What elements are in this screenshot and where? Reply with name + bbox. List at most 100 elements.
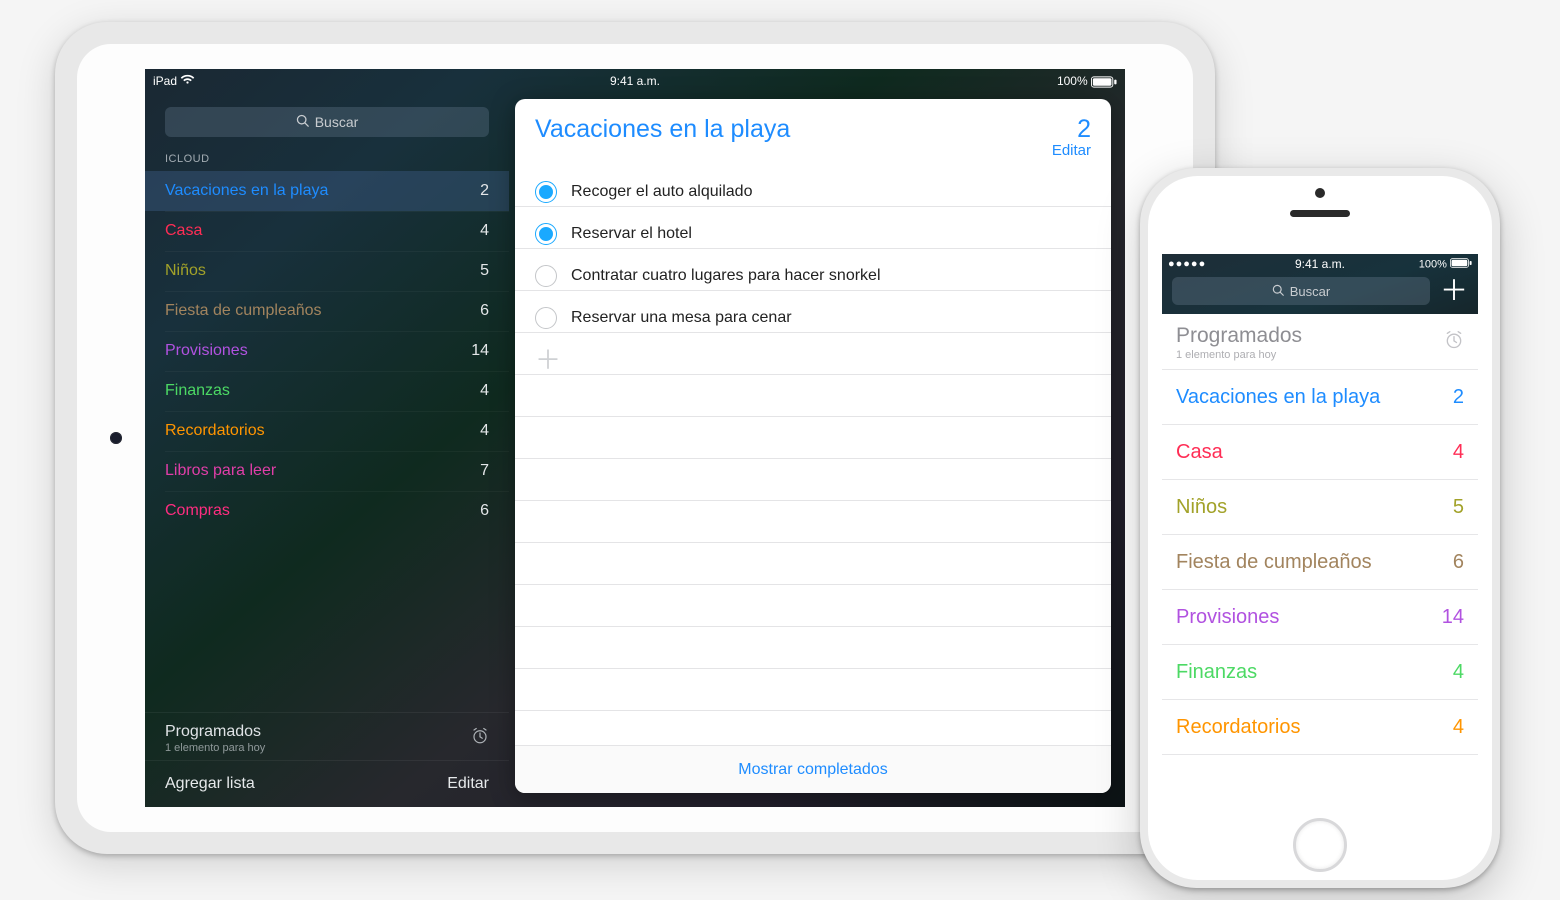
sidebar: Buscar ICLOUD Vacaciones en la playa2Cas… — [145, 93, 509, 807]
list-label: Recordatorios — [1176, 716, 1453, 739]
sidebar-item[interactable]: Fiesta de cumpleaños6 — [145, 291, 509, 331]
list-count: 4 — [480, 422, 489, 440]
sidebar-item[interactable]: Vacaciones en la playa2 — [145, 171, 509, 211]
reminder-text: Recoger el auto alquilado — [571, 183, 752, 201]
list-label: Finanzas — [1176, 661, 1453, 684]
list-label: Casa — [165, 222, 480, 240]
plus-icon: ＋ — [535, 347, 557, 373]
list-count: 2 — [1453, 386, 1464, 409]
list-item[interactable]: Recordatorios4 — [1162, 700, 1478, 755]
status-right: 100% — [1419, 258, 1472, 271]
alarm-icon — [471, 727, 489, 750]
add-list-button[interactable]: Agregar lista — [165, 775, 255, 793]
battery-percent: 100% — [1057, 74, 1088, 88]
detail-card: Vacaciones en la playa 2 Editar Recoger … — [515, 99, 1111, 793]
reminder-text: Reservar una mesa para cenar — [571, 309, 792, 327]
iphone-list-container: Programados 1 elemento para hoy Vacacion… — [1162, 314, 1478, 802]
ipad-device: iPad 9:41 a.m. 100% — [55, 22, 1215, 854]
edit-button[interactable]: Editar — [447, 775, 489, 793]
ipad-screen: iPad 9:41 a.m. 100% — [145, 69, 1125, 807]
reminder-row[interactable]: Reservar una mesa para cenar — [515, 297, 1111, 339]
search-input[interactable]: Buscar — [1172, 277, 1430, 305]
list-item[interactable]: Fiesta de cumpleaños6 — [1162, 535, 1478, 590]
list-item[interactable]: Casa4 — [1162, 425, 1478, 480]
reminder-checkbox[interactable] — [535, 223, 557, 245]
search-icon — [1272, 284, 1284, 299]
list-count: 4 — [1453, 441, 1464, 464]
search-icon — [296, 114, 309, 130]
reminders-list: Recoger el auto alquilado Reservar el hot… — [515, 165, 1111, 745]
list-label: Provisiones — [165, 342, 471, 360]
list-count: 4 — [1453, 661, 1464, 684]
scheduled-subtitle: 1 elemento para hoy — [1176, 349, 1444, 361]
search-input[interactable]: Buscar — [165, 107, 489, 137]
list-label: Recordatorios — [165, 422, 480, 440]
sidebar-item[interactable]: Provisiones14 — [145, 331, 509, 371]
device-label: iPad — [153, 74, 177, 88]
list-label: Fiesta de cumpleaños — [165, 302, 480, 320]
list-count: 4 — [480, 222, 489, 240]
list-count: 5 — [1453, 496, 1464, 519]
iphone-search-row: Buscar ＋ — [1162, 274, 1478, 314]
sidebar-item[interactable]: Compras6 — [145, 491, 509, 531]
iphone-screen: ●●●●● 9:41 a.m. 100% Buscar ＋ — [1162, 254, 1478, 802]
list-count: 2 — [480, 182, 489, 200]
list-label: Casa — [1176, 441, 1453, 464]
detail-count: 2 — [1052, 115, 1091, 144]
list-count: 6 — [480, 502, 489, 520]
search-placeholder: Buscar — [1290, 284, 1330, 299]
sidebar-item[interactable]: Libros para leer7 — [145, 451, 509, 491]
show-completed-button[interactable]: Mostrar completados — [515, 745, 1111, 793]
list-count: 7 — [480, 462, 489, 480]
iphone-topbar: ●●●●● 9:41 a.m. 100% Buscar ＋ — [1162, 254, 1478, 314]
wifi-icon — [180, 74, 195, 88]
list-item[interactable]: Niños5 — [1162, 480, 1478, 535]
list-count: 5 — [480, 262, 489, 280]
reminder-row[interactable]: Contratar cuatro lugares para hacer snor… — [515, 255, 1111, 297]
detail-edit-button[interactable]: Editar — [1052, 142, 1091, 159]
list-label: Provisiones — [1176, 606, 1442, 629]
alarm-icon — [1444, 330, 1464, 355]
list-count: 14 — [471, 342, 489, 360]
reminder-checkbox[interactable] — [535, 181, 557, 203]
list-item[interactable]: Finanzas4 — [1162, 645, 1478, 700]
signal-icon: ●●●●● — [1168, 258, 1206, 270]
list-label: Vacaciones en la playa — [1176, 386, 1453, 409]
reminder-checkbox[interactable] — [535, 265, 557, 287]
status-left: iPad — [153, 74, 195, 89]
reminder-row[interactable]: Recoger el auto alquilado — [515, 171, 1111, 213]
sidebar-section-header: ICLOUD — [145, 137, 509, 171]
reminder-text: Reservar el hotel — [571, 225, 692, 243]
add-button[interactable]: ＋ — [1440, 277, 1468, 305]
status-right: 100% — [1057, 74, 1117, 89]
sidebar-item[interactable]: Casa4 — [145, 211, 509, 251]
battery-percent: 100% — [1419, 258, 1447, 270]
detail-area: Vacaciones en la playa 2 Editar Recoger … — [509, 93, 1125, 807]
scheduled-subtitle: 1 elemento para hoy — [165, 742, 471, 754]
add-reminder-row[interactable]: ＋ — [515, 339, 1111, 381]
scheduled-row[interactable]: Programados 1 elemento para hoy — [1162, 314, 1478, 370]
sidebar-item[interactable]: Finanzas4 — [145, 371, 509, 411]
ipad-status-bar: iPad 9:41 a.m. 100% — [145, 69, 1125, 93]
reminder-row[interactable]: Reservar el hotel — [515, 213, 1111, 255]
sidebar-list-container: Vacaciones en la playa2Casa4Niños5Fiesta… — [145, 171, 509, 531]
iphone-home-button[interactable] — [1293, 818, 1347, 872]
list-count: 14 — [1442, 606, 1464, 629]
iphone-speaker — [1290, 210, 1350, 217]
list-item[interactable]: Provisiones14 — [1162, 590, 1478, 645]
list-label: Niños — [1176, 496, 1453, 519]
reminder-checkbox[interactable] — [535, 307, 557, 329]
search-placeholder: Buscar — [315, 114, 359, 130]
iphone-status-bar: ●●●●● 9:41 a.m. 100% — [1162, 254, 1478, 274]
list-count: 4 — [480, 382, 489, 400]
scheduled-row[interactable]: Programados 1 elemento para hoy — [145, 712, 509, 761]
status-time: 9:41 a.m. — [145, 74, 1125, 88]
sidebar-footer: Agregar lista Editar — [145, 761, 509, 807]
sidebar-item[interactable]: Niños5 — [145, 251, 509, 291]
sidebar-item[interactable]: Recordatorios4 — [145, 411, 509, 451]
list-label: Niños — [165, 262, 480, 280]
list-label: Compras — [165, 502, 480, 520]
list-item[interactable]: Vacaciones en la playa2 — [1162, 370, 1478, 425]
list-label: Finanzas — [165, 382, 480, 400]
list-label: Fiesta de cumpleaños — [1176, 551, 1453, 574]
